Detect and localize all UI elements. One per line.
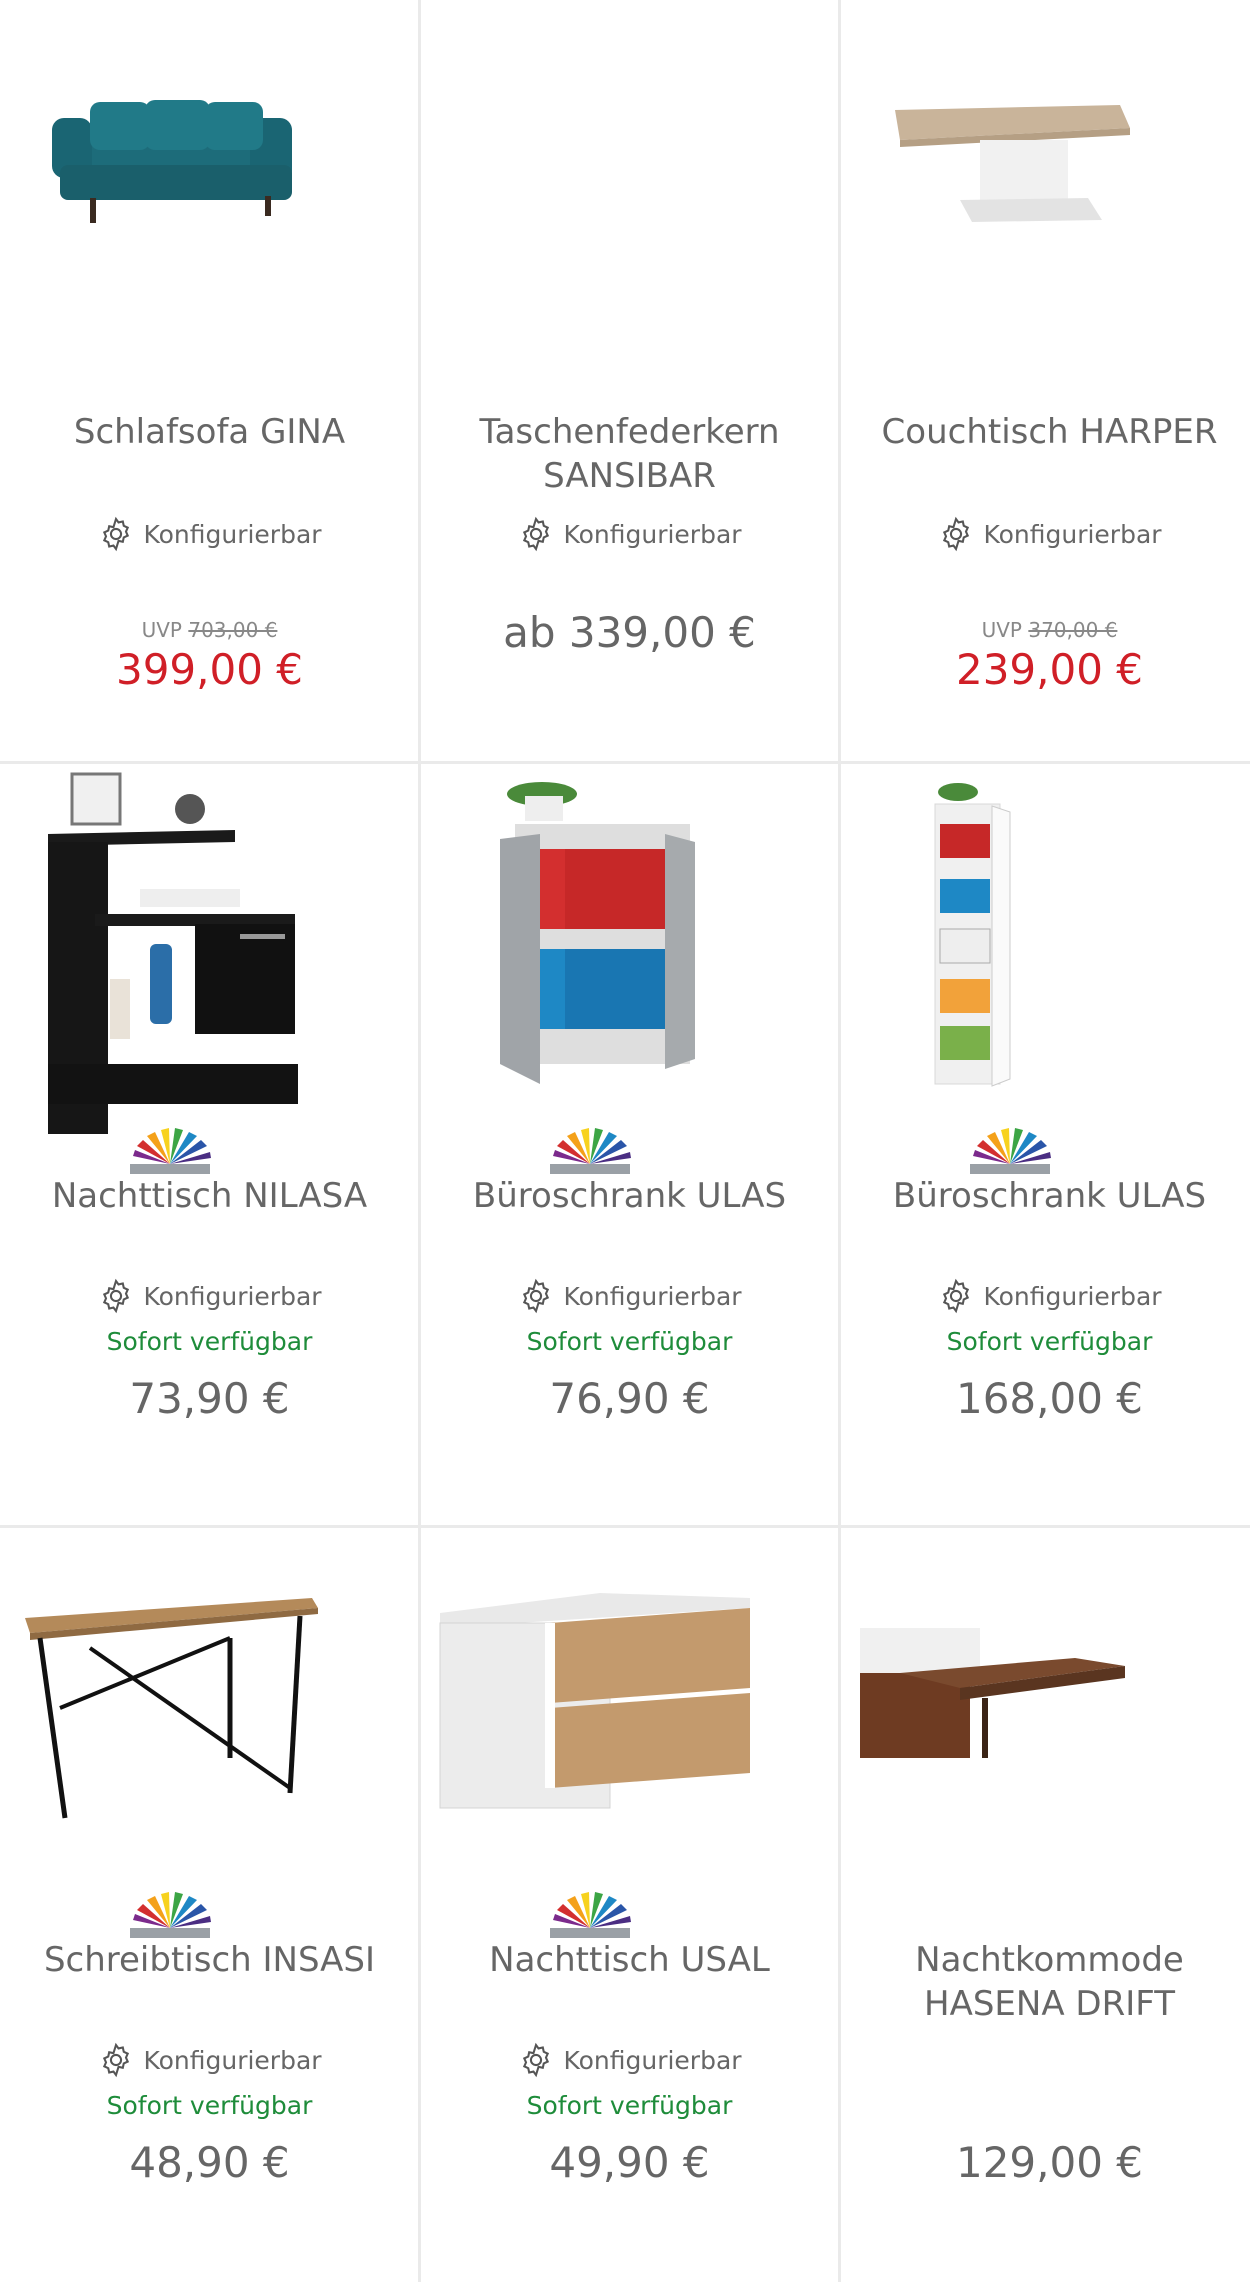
product-price: 73,90 € (129, 1374, 290, 1423)
gear-icon (517, 2041, 555, 2079)
product-image[interactable] (0, 0, 419, 370)
product-title[interactable]: Nachttisch USAL (458, 1938, 801, 1982)
uvp-label: UVP (141, 618, 182, 642)
product-title[interactable]: Schreibtisch INSASI (38, 1938, 381, 1982)
product-price: 399,00 € (115, 645, 304, 694)
product-title[interactable]: Couchtisch HARPER (878, 410, 1221, 454)
product-card[interactable]: Büroschrank ULAS Konfigurierbar Sofort ve… (840, 764, 1250, 1524)
configurable-text: Konfigurierbar (563, 1281, 742, 1311)
product-card[interactable]: Nachttisch NILASA Konfigurierbar Sofort v… (0, 764, 419, 1524)
product-image[interactable] (0, 764, 419, 1134)
gear-icon (937, 515, 975, 553)
availability-text: Sofort verfügbar (526, 1327, 733, 1356)
configurable-text: Konfigurierbar (143, 519, 322, 549)
configurable-label: Konfigurierbar (458, 2041, 801, 2079)
gear-icon (97, 515, 135, 553)
product-title[interactable]: Nachtkommode HASENA DRIFT (878, 1938, 1221, 2026)
product-card[interactable]: Nachttisch USAL Konfigurierbar Sofort ver… (420, 1528, 839, 2288)
color-options-icon (130, 1892, 211, 1938)
configurable-text: Konfigurierbar (143, 1281, 322, 1311)
product-image[interactable] (420, 1528, 839, 1898)
color-options-icon (550, 1128, 631, 1174)
configurable-text: Konfigurierbar (563, 519, 742, 549)
uvp-strike-price: 703,00 € (188, 618, 278, 642)
product-price: 239,00 € (955, 645, 1144, 694)
configurable-label: Konfigurierbar (38, 2041, 381, 2079)
configurable-label: Konfigurierbar (458, 1277, 801, 1315)
uvp-strike-price: 370,00 € (1028, 618, 1118, 642)
product-price: 129,00 € (955, 2138, 1144, 2187)
product-image[interactable] (840, 1528, 1250, 1898)
color-options-icon (970, 1128, 1051, 1174)
color-options-icon (550, 1892, 631, 1938)
availability-text: Sofort verfügbar (946, 1327, 1153, 1356)
configurable-label: Konfigurierbar (458, 515, 801, 553)
product-price: 76,90 € (549, 1374, 710, 1423)
product-card[interactable]: Schreibtisch INSASI Konfigurierbar Sofort… (0, 1528, 419, 2288)
gear-icon (937, 1277, 975, 1315)
product-image[interactable] (0, 1528, 419, 1898)
product-card[interactable]: Schlafsofa GINA Konfigurierbar UVP 703,0… (0, 0, 419, 760)
product-image[interactable] (420, 0, 839, 370)
availability-text: Sofort verfügbar (106, 1327, 313, 1356)
gear-icon (517, 1277, 555, 1315)
product-card[interactable]: Büroschrank ULAS Konfigurierbar Sofort ve… (420, 764, 839, 1524)
configurable-label: Konfigurierbar (878, 1277, 1221, 1315)
product-title[interactable]: Taschenfederkern SANSIBAR (458, 410, 801, 498)
product-grid: Schlafsofa GINA Konfigurierbar UVP 703,0… (0, 0, 1250, 2282)
color-options-icon (130, 1128, 211, 1174)
product-title[interactable]: Schlafsofa GINA (38, 410, 381, 454)
configurable-text: Konfigurierbar (563, 2045, 742, 2075)
product-price: 49,90 € (549, 2138, 710, 2187)
product-card[interactable]: Couchtisch HARPER Konfigurierbar UVP 370… (840, 0, 1250, 760)
gear-icon (97, 1277, 135, 1315)
configurable-text: Konfigurierbar (143, 2045, 322, 2075)
gear-icon (517, 515, 555, 553)
availability-text: Sofort verfügbar (106, 2091, 313, 2120)
product-title[interactable]: Büroschrank ULAS (458, 1174, 801, 1218)
product-price: ab 339,00 € (503, 608, 756, 657)
product-image[interactable] (840, 764, 1250, 1134)
product-card[interactable]: Taschenfederkern SANSIBAR Konfigurierbar… (420, 0, 839, 760)
product-title[interactable]: Büroschrank ULAS (878, 1174, 1221, 1218)
configurable-text: Konfigurierbar (983, 519, 1162, 549)
product-price: 48,90 € (129, 2138, 290, 2187)
product-title[interactable]: Nachttisch NILASA (38, 1174, 381, 1218)
gear-icon (97, 2041, 135, 2079)
availability-text: Sofort verfügbar (526, 2091, 733, 2120)
product-image[interactable] (420, 764, 839, 1134)
product-card[interactable]: Nachtkommode HASENA DRIFT 129,00 € (840, 1528, 1250, 2288)
product-image[interactable] (840, 0, 1250, 370)
configurable-label: Konfigurierbar (38, 515, 381, 553)
uvp-price: UVP 703,00 € (38, 618, 381, 642)
configurable-label: Konfigurierbar (38, 1277, 381, 1315)
configurable-label: Konfigurierbar (878, 515, 1221, 553)
product-price: 168,00 € (955, 1374, 1144, 1423)
uvp-price: UVP 370,00 € (878, 618, 1221, 642)
configurable-text: Konfigurierbar (983, 1281, 1162, 1311)
uvp-label: UVP (981, 618, 1022, 642)
